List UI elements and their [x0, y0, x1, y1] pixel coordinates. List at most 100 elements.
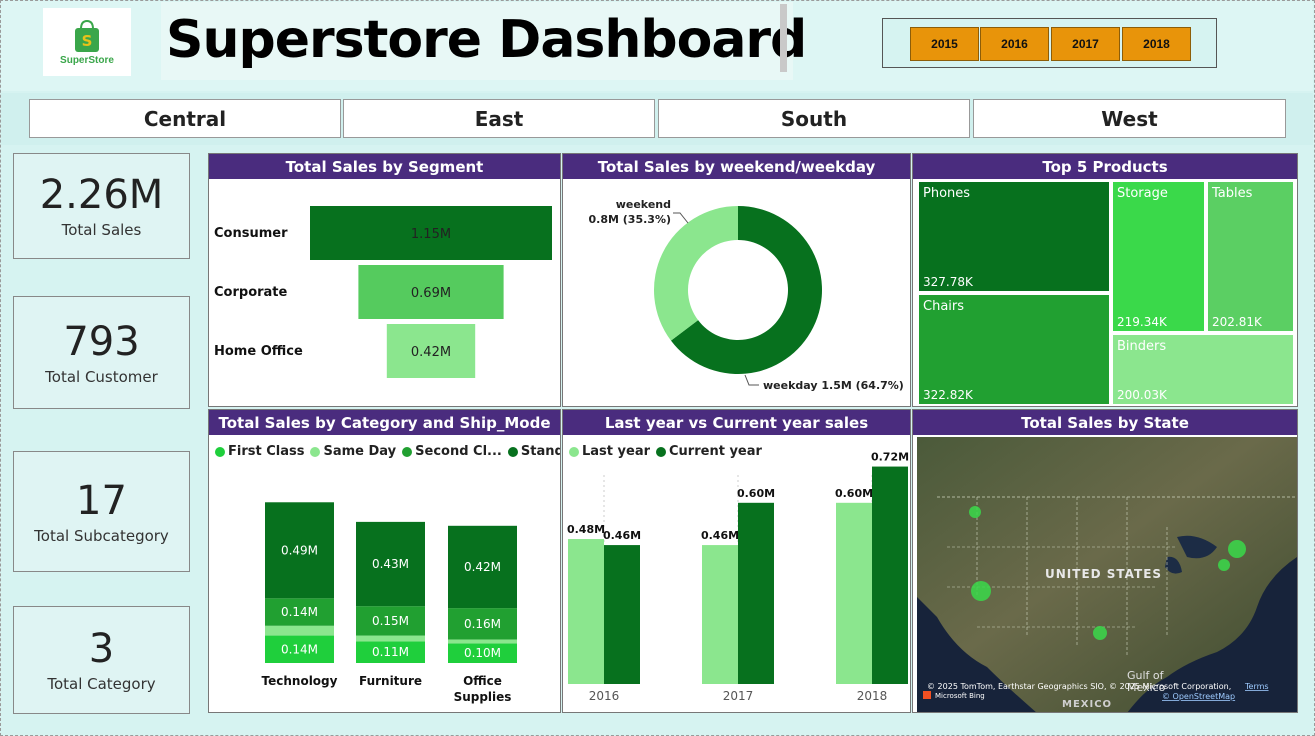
- year-button-2018[interactable]: 2018: [1122, 27, 1191, 61]
- region-button-west[interactable]: West: [973, 99, 1286, 138]
- treemap-label: Tables: [1212, 186, 1253, 201]
- panel-yoy-sales: Last year vs Current year sales Last yea…: [562, 409, 911, 713]
- treemap-cell-chairs[interactable]: Chairs 322.82K: [917, 293, 1111, 406]
- category-value-label: 0.15M: [372, 614, 409, 628]
- kpi-value: 793: [63, 318, 140, 365]
- kpi-total-sales: 2.26M Total Sales: [13, 153, 190, 259]
- kpi-value: 3: [88, 626, 115, 672]
- page-title: Superstore Dashboard: [166, 10, 807, 70]
- state-map[interactable]: UNITED STATES Gulf of Mexico MEXICO © 20…: [917, 437, 1297, 712]
- treemap-value: 200.03K: [1117, 388, 1167, 402]
- map-terms-link: Terms: [1244, 682, 1269, 691]
- category-value-label: 0.42M: [464, 560, 501, 574]
- treemap-label: Phones: [923, 186, 971, 201]
- yoy-bar[interactable]: [604, 545, 640, 684]
- title-divider: [780, 4, 787, 72]
- map-country-label: UNITED STATES: [1045, 567, 1162, 581]
- map-attribution: © 2025 TomTom, Earthstar Geographics SIO…: [927, 682, 1231, 691]
- kpi-label: Total Subcategory: [34, 526, 169, 545]
- kpi-label: Total Customer: [45, 367, 158, 386]
- kpi-label: Total Category: [47, 675, 156, 693]
- map-graphic: UNITED STATES Gulf of Mexico MEXICO © 20…: [917, 437, 1297, 712]
- panel-weekend-weekday: Total Sales by weekend/weekday weekend 0.…: [562, 153, 911, 407]
- svg-text:S: S: [82, 32, 93, 50]
- year-button-2017[interactable]: 2017: [1051, 27, 1120, 61]
- year-slicer: 2015 2016 2017 2018: [882, 18, 1217, 68]
- kpi-total-subcategory: 17 Total Subcategory: [13, 451, 190, 572]
- yoy-value-label: 0.48M: [567, 523, 605, 536]
- donut-label-weekend: weekend: [616, 198, 671, 211]
- treemap-cell-storage[interactable]: Storage 219.34K: [1111, 180, 1206, 333]
- treemap-cell-binders[interactable]: Binders 200.03K: [1111, 333, 1295, 406]
- category-value-label: 0.14M: [281, 642, 318, 656]
- yoy-bar[interactable]: [836, 502, 872, 684]
- map-mexico-label: MEXICO: [1062, 699, 1112, 710]
- yoy-value-label: 0.72M: [871, 451, 909, 464]
- treemap-cell-phones[interactable]: Phones 327.78K: [917, 180, 1111, 293]
- region-button-south[interactable]: South: [658, 99, 970, 138]
- map-bubble: [971, 581, 991, 601]
- year-button-2016[interactable]: 2016: [980, 27, 1049, 61]
- map-osm-link: © OpenStreetMap: [1162, 692, 1235, 701]
- category-value-label: 0.49M: [281, 543, 318, 557]
- category-stacked-chart: 0.14M 0.14M 0.49M Technology 0.11M 0.15M 0.43M…: [262, 502, 517, 704]
- region-button-east[interactable]: East: [343, 99, 655, 138]
- donut-leader-line: [744, 374, 759, 386]
- yoy-bar[interactable]: [702, 545, 738, 684]
- bing-logo-icon: [923, 691, 931, 699]
- category-bar-segment[interactable]: [265, 625, 334, 636]
- yoy-value-label: 0.60M: [737, 487, 775, 500]
- yoy-bar[interactable]: [738, 502, 774, 684]
- segment-category-label: Home Office: [214, 344, 303, 359]
- treemap-label: Chairs: [923, 299, 965, 314]
- map-bubble: [1228, 540, 1246, 558]
- kpi-total-category: 3 Total Category: [13, 606, 190, 714]
- segment-funnel-chart: Consumer 1.15M Corporate 0.69M Home Office 0.…: [214, 206, 552, 378]
- segment-value-label: 0.42M: [411, 345, 451, 360]
- treemap-value: 202.81K: [1212, 315, 1262, 329]
- yoy-bar[interactable]: [568, 539, 604, 684]
- donut-leader-line: [673, 212, 689, 224]
- segment-category-label: Corporate: [214, 285, 288, 300]
- year-button-2015[interactable]: 2015: [910, 27, 979, 61]
- category-axis-label: Supplies: [454, 690, 512, 704]
- segment-category-label: Consumer: [214, 226, 288, 241]
- panel-title: Total Sales by State: [913, 410, 1297, 435]
- kpi-total-customer: 793 Total Customer: [13, 296, 190, 409]
- yoy-axis-label: 2017: [723, 689, 754, 703]
- treemap-label: Binders: [1117, 339, 1167, 354]
- superstore-logo: S SuperStore: [43, 8, 131, 76]
- weekend-donut-chart: weekend 0.8M (35.3%) weekday 1.5M (64.7%): [589, 198, 904, 392]
- panel-title: Last year vs Current year sales: [563, 410, 910, 435]
- category-bar-segment[interactable]: [448, 639, 517, 644]
- donut-label-weekday: weekday 1.5M (64.7%): [763, 379, 904, 392]
- donut-value-weekend: 0.8M (35.3%): [589, 213, 671, 226]
- map-bubble: [969, 506, 981, 518]
- kpi-value: 17: [76, 477, 127, 524]
- category-value-label: 0.10M: [464, 646, 501, 660]
- donut-slice-weekend[interactable]: [654, 206, 738, 341]
- panel-title: Total Sales by Category and Ship_Mode: [209, 410, 560, 435]
- treemap-value: 219.34K: [1117, 315, 1167, 329]
- map-bubble: [1218, 559, 1230, 571]
- category-value-label: 0.43M: [372, 557, 409, 571]
- segment-value-label: 0.69M: [411, 286, 451, 301]
- yoy-value-label: 0.46M: [701, 529, 739, 542]
- category-value-label: 0.16M: [464, 617, 501, 631]
- yoy-value-label: 0.46M: [603, 529, 641, 542]
- region-button-central[interactable]: Central: [29, 99, 341, 138]
- treemap-label: Storage: [1117, 186, 1168, 201]
- category-axis-label: Furniture: [359, 674, 422, 688]
- treemap-value: 322.82K: [923, 388, 973, 402]
- panel-title: Total Sales by weekend/weekday: [563, 154, 910, 179]
- yoy-axis-label: 2018: [857, 689, 888, 703]
- yoy-bar[interactable]: [872, 466, 908, 684]
- kpi-label: Total Sales: [61, 221, 142, 239]
- category-value-label: 0.14M: [281, 605, 318, 619]
- map-bubble: [1093, 626, 1107, 640]
- treemap-value: 327.78K: [923, 275, 973, 289]
- category-value-label: 0.11M: [372, 645, 409, 659]
- panel-category-shipmode: Total Sales by Category and Ship_Mode Fi…: [208, 409, 561, 713]
- category-bar-segment[interactable]: [356, 635, 425, 642]
- treemap-cell-tables[interactable]: Tables 202.81K: [1206, 180, 1295, 333]
